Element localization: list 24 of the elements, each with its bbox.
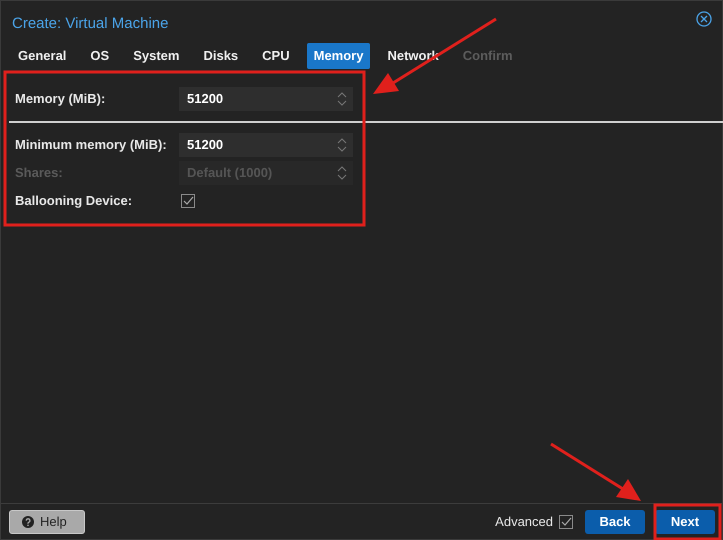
tab[interactable]: General [11, 43, 74, 68]
tab[interactable]: Disks [196, 43, 246, 68]
number-field[interactable]: 51200 [179, 132, 353, 156]
tab[interactable]: Memory [306, 43, 370, 68]
checkbox[interactable] [181, 194, 195, 208]
tab[interactable]: OS [83, 43, 116, 68]
advanced-label: Advanced [495, 512, 553, 531]
number-field[interactable]: 51200 [179, 86, 353, 110]
dialog-title: Create: Virtual Machine [11, 14, 170, 34]
spinner-icon[interactable] [337, 164, 347, 180]
spinner-icon[interactable] [337, 136, 347, 152]
tab[interactable]: CPU [255, 43, 297, 68]
nav-button[interactable]: Next [655, 510, 715, 534]
help-button[interactable]: Help [9, 510, 85, 534]
spinner-icon[interactable] [337, 90, 347, 106]
nav-button[interactable]: Back [585, 510, 645, 534]
field-label: Minimum memory (MiB): [15, 136, 168, 154]
checkbox[interactable] [559, 514, 573, 528]
tab[interactable]: System [126, 43, 186, 68]
annotation-box [654, 504, 722, 540]
field-label: Ballooning Device: [15, 192, 134, 210]
close-icon[interactable] [696, 11, 712, 27]
field-label: Memory (MiB): [15, 90, 106, 108]
help-icon [22, 516, 34, 528]
